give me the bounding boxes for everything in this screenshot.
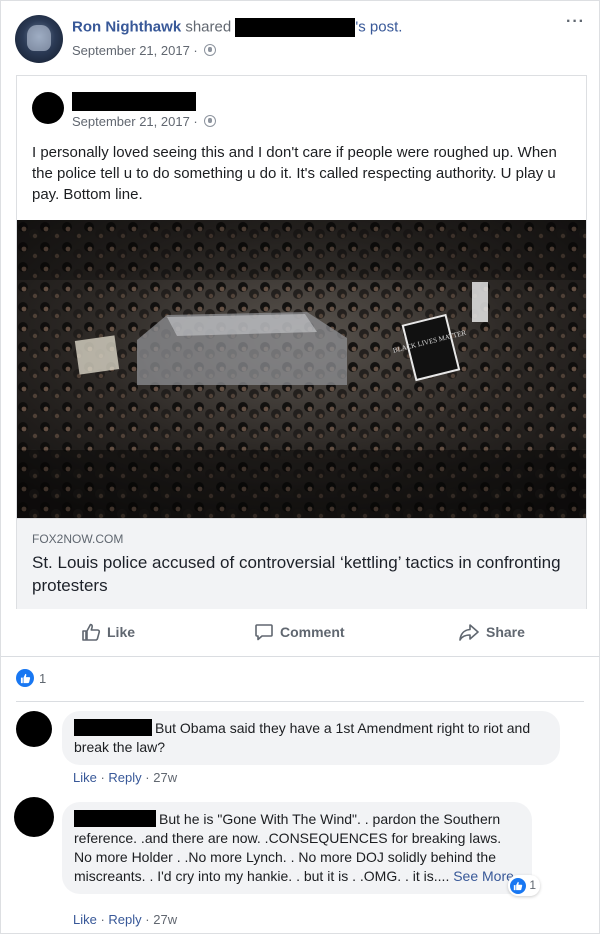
shared-post: September 21, 2017 · I personally loved … [16, 75, 587, 609]
redacted-commenter-name [74, 810, 156, 827]
comment-meta: Like · Reply · 27w [73, 770, 178, 785]
comment-like-link[interactable]: Like [73, 912, 97, 927]
like-reaction-icon [16, 669, 34, 687]
see-more-link[interactable]: See More [453, 868, 514, 884]
comment-like-count[interactable]: 1 [508, 875, 540, 896]
shared-post-meta: September 21, 2017 · [72, 114, 217, 129]
reaction-count: 1 [39, 670, 47, 686]
shared-word: shared [185, 18, 232, 36]
comment-time[interactable]: · 27w [145, 770, 177, 785]
post-actions: Like Comment Share [16, 616, 587, 648]
post-date[interactable]: September 21, 2017 · [72, 43, 198, 58]
comment-meta: Like · Reply · 27w [73, 912, 178, 927]
post-link[interactable]: 's post. [355, 18, 402, 35]
divider [16, 701, 584, 702]
commenter-avatar[interactable] [16, 711, 52, 747]
author-avatar[interactable] [15, 15, 63, 63]
link-domain: FOX2NOW.COM [32, 532, 124, 546]
post-card: Ron Nighthawk shared 's post. September … [0, 0, 600, 934]
redacted-commenter-name [74, 719, 152, 736]
comment-time[interactable]: · 27w [145, 912, 177, 927]
globe-icon [204, 44, 217, 56]
redacted-name [235, 18, 356, 37]
shared-post-text: I personally loved seeing this and I don… [32, 144, 557, 203]
link-preview[interactable]: FOX2NOW.COM St. Louis police accused of … [17, 518, 586, 609]
divider [1, 656, 600, 657]
commenter-avatar[interactable] [14, 797, 54, 837]
shared-post-date[interactable]: September 21, 2017 · [72, 114, 198, 129]
shared-author-avatar[interactable] [32, 92, 64, 124]
comment-reply-link[interactable]: Reply [108, 912, 141, 927]
comment-like-link[interactable]: Like [73, 770, 97, 785]
globe-icon [204, 115, 217, 127]
post-header: Ron Nighthawk shared 's post. September … [15, 13, 585, 65]
author-line: Ron Nighthawk shared 's post. [72, 18, 402, 37]
like-reaction-icon [510, 877, 527, 894]
comment-bubble: But Obama said they have a 1st Amendment… [62, 711, 560, 765]
share-label: Share [486, 624, 525, 640]
redacted-shared-author [72, 92, 196, 111]
link-title[interactable]: St. Louis police accused of controversia… [32, 551, 572, 597]
like-button[interactable]: Like [81, 616, 135, 648]
author-name[interactable]: Ron Nighthawk [72, 18, 181, 35]
crowd-photo: BLACK LIVES MATTER [17, 220, 586, 518]
post-meta: September 21, 2017 · [72, 43, 217, 58]
comment-bubble: But he is "Gone With The Wind". . pardon… [62, 802, 540, 896]
comment-icon [255, 624, 273, 641]
comment-button[interactable]: Comment [254, 616, 345, 648]
thumbs-up-icon [82, 623, 101, 641]
comment-label: Comment [280, 624, 345, 640]
reactions-summary[interactable]: 1 [16, 669, 46, 687]
comment-reply-link[interactable]: Reply [108, 770, 141, 785]
share-button[interactable]: Share [458, 616, 525, 648]
like-label: Like [107, 624, 136, 640]
share-arrow-icon [459, 624, 479, 641]
link-preview-image[interactable]: BLACK LIVES MATTER [17, 220, 586, 518]
comment-like-number: 1 [529, 878, 536, 892]
more-options-button[interactable]: ··· [566, 13, 585, 31]
